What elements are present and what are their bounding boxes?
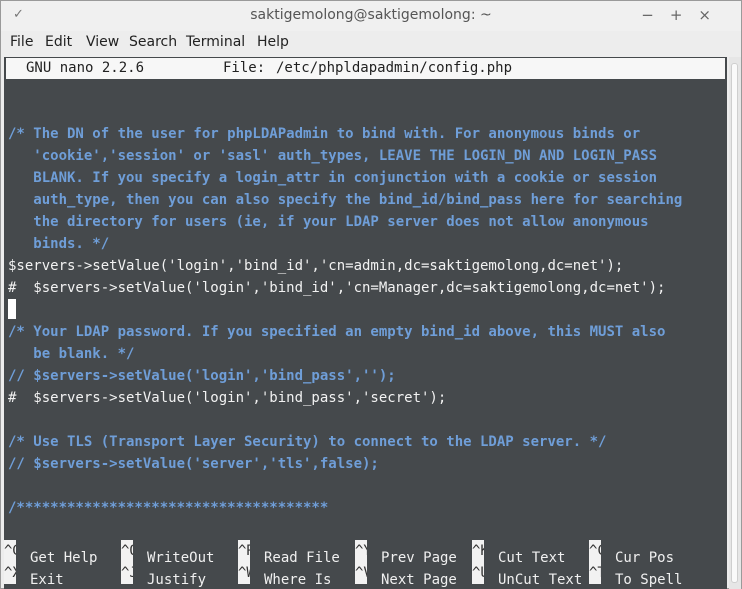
shortcut-uncut-text[interactable]: ^U UnCut Text [472,562,582,589]
scrollbar-thumb[interactable] [731,63,738,583]
code-line[interactable]: $servers->setValue('login','bind_id','cn… [8,255,623,277]
shortcut-key: ^O [121,540,133,562]
comment-line[interactable]: be blank. */ [8,343,134,365]
minimize-icon[interactable]: − [641,6,670,24]
comment-line[interactable]: auth_type, then you can also specify the… [8,189,682,211]
shortcut-where-is[interactable]: ^W Where Is [238,562,331,589]
shortcut-key: ^W [238,562,250,584]
shortcut-justify[interactable]: ^J Justify [121,562,206,589]
window-controls: −+× [641,6,727,24]
menu-bar: File Edit View Search Terminal Help [1,31,741,55]
menu-terminal[interactable]: Terminal [186,34,245,50]
terminal-window: ✓ saktigemolong@saktigemolong: ~ −+× Fil… [0,0,742,589]
comment-line[interactable]: the directory for users (ie, if your LDA… [8,211,648,233]
shortcut-label: Next Page [381,572,457,588]
menu-edit[interactable]: Edit [45,34,72,50]
shortcut-key: ^G [4,540,16,562]
shortcut-next-page[interactable]: ^V Next Page [355,562,457,589]
comment-line[interactable]: binds. */ [8,233,109,255]
shortcut-label: UnCut Text [498,572,583,588]
menu-view[interactable]: View [86,34,119,50]
text-cursor [8,299,16,319]
shortcut-key: ^C [589,540,601,562]
comment-line[interactable]: /* Your LDAP password. If you specified … [8,321,665,343]
maximize-icon[interactable]: + [670,6,699,24]
comment-line[interactable]: BLANK. If you specify a login_attr in co… [8,167,657,189]
code-line[interactable]: # $servers->setValue('login','bind_id','… [8,277,665,299]
shortcut-key: ^Y [355,540,367,562]
close-icon[interactable]: × [698,6,727,24]
shortcut-key: ^X [4,562,16,584]
comment-line[interactable]: /* The DN of the user for phpLDAPadmin t… [8,123,640,145]
shortcut-key: ^U [472,562,484,584]
comment-line[interactable]: /************************************* [8,497,328,519]
comment-line[interactable]: // $servers->setValue('server','tls',fal… [8,453,379,475]
shortcut-label: Exit [30,572,64,588]
shortcut-label: Justify [147,572,207,588]
shortcut-key: ^K [472,540,484,562]
nano-header: GNU nano 2.2.6 File: /etc/phpldapadmin/c… [6,58,725,79]
nano-version: GNU nano 2.2.6 [26,60,145,76]
comment-line[interactable]: // $servers->setValue('login','bind_pass… [8,365,396,387]
comment-line[interactable]: /* Use TLS (Transport Layer Security) to… [8,431,606,453]
comment-line[interactable]: 'cookie','session' or 'sasl' auth_types,… [8,145,657,167]
terminal-area[interactable]: GNU nano 2.2.6 File: /etc/phpldapadmin/c… [4,57,727,589]
file-path: /etc/phpldapadmin/config.php [276,60,513,76]
title-bar: ✓ saktigemolong@saktigemolong: ~ −+× [1,1,741,31]
menu-file[interactable]: File [10,34,33,50]
code-line[interactable]: # $servers->setValue('login','bind_pass'… [8,387,446,409]
shortcut-exit[interactable]: ^X Exit [4,562,64,589]
menu-help[interactable]: Help [257,34,289,50]
shortcut-to-spell[interactable]: ^T To Spell [589,562,682,589]
menu-search[interactable]: Search [129,34,177,50]
shortcut-key: ^V [355,562,367,584]
shortcut-key: ^J [121,562,133,584]
shortcut-label: Where Is [264,572,332,588]
file-label: File: [223,60,266,76]
shortcut-key: ^T [589,562,601,584]
scrollbar[interactable] [729,57,741,589]
window-title: saktigemolong@saktigemolong: ~ [250,7,492,23]
shortcut-label: To Spell [615,572,683,588]
shortcut-key: ^R [238,540,250,562]
